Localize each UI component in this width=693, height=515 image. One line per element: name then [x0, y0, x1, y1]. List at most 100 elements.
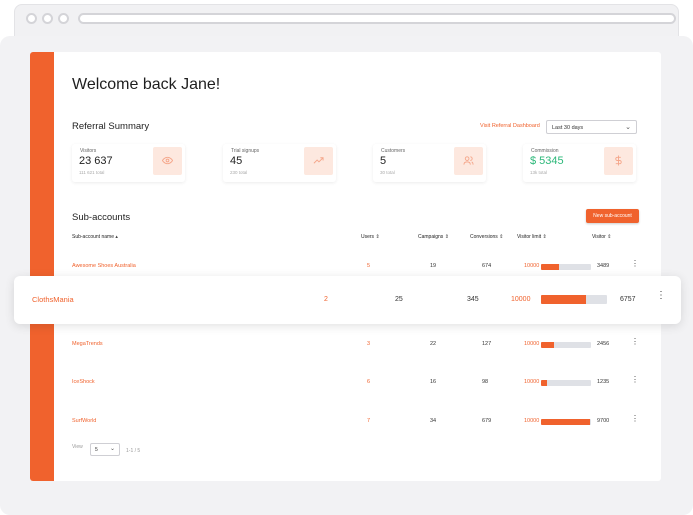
- stat-value: 23 637: [79, 155, 113, 167]
- stat-label: Trial signups: [231, 148, 260, 154]
- header-label: Sub-account name: [72, 234, 114, 240]
- table-row[interactable]: SurfWorld 7 34 679 10000 9700 ⋮: [30, 412, 661, 432]
- window-dot: [58, 13, 69, 24]
- campaigns-count: 25: [395, 296, 403, 303]
- address-bar[interactable]: [78, 13, 676, 24]
- browser-chrome: [14, 4, 679, 34]
- more-options-icon[interactable]: ⋮: [631, 338, 639, 346]
- campaigns-count: 16: [430, 379, 437, 385]
- table-row[interactable]: Awesome Shoes Australia 5 19 674 10000 3…: [30, 257, 661, 277]
- visitor-limit[interactable]: 10000: [524, 379, 539, 385]
- visitor-progress-bar: [541, 380, 591, 386]
- conversions-count: 679: [482, 418, 492, 424]
- progress-fill: [541, 264, 559, 270]
- visitor-count: 6757: [620, 296, 636, 303]
- users-count[interactable]: 3: [367, 341, 370, 347]
- sort-icon: ⇕: [375, 234, 380, 240]
- stat-card-customers: Customers 5 30 total: [373, 144, 486, 182]
- stat-card-trial-signups: Trial signups 45 230 total: [223, 144, 336, 182]
- visitor-limit[interactable]: 10000: [524, 418, 539, 424]
- more-options-icon[interactable]: ⋮: [656, 291, 666, 301]
- column-header-campaigns[interactable]: Campaigns ⇕: [418, 234, 449, 240]
- stat-label: Commission: [531, 148, 559, 154]
- header-label: Users: [361, 234, 375, 240]
- visitor-progress-bar: [541, 342, 591, 348]
- users-count[interactable]: 5: [367, 263, 370, 269]
- chevron-down-icon: ⌄: [625, 124, 631, 131]
- stat-value: $ 5345: [530, 155, 564, 167]
- eye-icon: [153, 147, 182, 175]
- date-range-select[interactable]: Last 30 days ⌄: [546, 120, 637, 134]
- stat-subtotal: 13k total: [530, 170, 548, 175]
- column-header-visitor[interactable]: Visitor ⇕: [592, 234, 611, 240]
- referral-summary-title: Referral Summary: [72, 121, 150, 132]
- conversions-count: 674: [482, 263, 492, 269]
- trend-up-icon: [304, 147, 333, 175]
- rows-per-page-value: 5: [95, 447, 98, 453]
- stat-subtotal: 230 total: [230, 170, 248, 175]
- stat-subtotal: 111 621 total: [79, 170, 105, 175]
- more-options-icon[interactable]: ⋮: [631, 415, 639, 423]
- conversions-count: 345: [467, 296, 479, 303]
- visitor-count: 3489: [597, 263, 610, 269]
- stat-card-commission: Commission $ 5345 13k total: [523, 144, 636, 182]
- stat-subtotal: 30 total: [380, 170, 395, 175]
- visitor-progress-bar: [541, 295, 607, 304]
- progress-fill: [541, 419, 590, 425]
- header-label: Campaigns: [418, 234, 444, 240]
- stat-value: 5: [380, 155, 387, 167]
- stat-value: 45: [230, 155, 243, 167]
- new-sub-account-button[interactable]: New sub-account: [586, 209, 639, 223]
- sort-up-icon: ▴: [115, 234, 118, 240]
- campaigns-count: 22: [430, 341, 437, 347]
- progress-fill: [541, 295, 586, 304]
- rows-per-page-select[interactable]: 5 ⌄: [90, 443, 120, 456]
- table-row[interactable]: MegaTrends 3 22 127 10000 2456 ⋮: [30, 335, 661, 355]
- table-row-highlighted[interactable]: ClothsMania 2 25 345 10000 6757 ⋮: [14, 276, 681, 324]
- stat-label: Visitors: [80, 148, 97, 154]
- sub-account-name[interactable]: MegaTrends: [72, 341, 103, 347]
- campaigns-count: 19: [430, 263, 437, 269]
- campaigns-count: 34: [430, 418, 437, 424]
- header-label: Visitor: [592, 234, 606, 240]
- dashboard-panel: Welcome back Jane! Referral Summary Visi…: [30, 52, 661, 481]
- visitor-limit[interactable]: 10000: [524, 263, 539, 269]
- more-options-icon[interactable]: ⋮: [631, 260, 639, 268]
- visitor-count: 9700: [597, 418, 610, 424]
- pager-range: 1-1 / 5: [126, 448, 141, 454]
- users-count[interactable]: 2: [324, 296, 328, 303]
- conversions-count: 98: [482, 379, 489, 385]
- sub-account-name[interactable]: Awesome Shoes Australia: [72, 263, 136, 269]
- window-dot: [26, 13, 37, 24]
- visitor-limit[interactable]: 10000: [511, 296, 530, 303]
- page-title: Welcome back Jane!: [72, 76, 221, 93]
- sort-icon: ⇕: [607, 234, 612, 240]
- date-range-value: Last 30 days: [552, 125, 584, 131]
- column-header-users[interactable]: Users ⇕: [361, 234, 380, 240]
- users-count[interactable]: 7: [367, 418, 370, 424]
- users-icon: [454, 147, 483, 175]
- sort-icon: ⇕: [499, 234, 504, 240]
- window-dot: [42, 13, 53, 24]
- visitor-progress-bar: [541, 419, 591, 425]
- sub-account-name[interactable]: IceShock: [72, 379, 95, 385]
- table-row[interactable]: IceShock 6 16 98 10000 1235 ⋮: [30, 373, 661, 393]
- sort-icon: ⇕: [542, 234, 547, 240]
- sort-icon: ⇕: [444, 234, 449, 240]
- pager-view-label: View: [72, 444, 83, 450]
- sub-account-name[interactable]: ClothsMania: [32, 295, 74, 304]
- visitor-count: 1235: [597, 379, 610, 385]
- column-header-visitor-limit[interactable]: Visitor limit ⇕: [517, 234, 547, 240]
- progress-fill: [541, 380, 547, 386]
- visitor-limit[interactable]: 10000: [524, 341, 539, 347]
- stat-card-visitors: Visitors 23 637 111 621 total: [72, 144, 185, 182]
- column-header-conversions[interactable]: Conversions ⇕: [470, 234, 503, 240]
- header-label: Visitor limit: [517, 234, 542, 240]
- more-options-icon[interactable]: ⋮: [631, 376, 639, 384]
- sub-account-name[interactable]: SurfWorld: [72, 418, 96, 424]
- stat-label: Customers: [381, 148, 406, 154]
- column-header-name[interactable]: Sub-account name ▴: [72, 234, 118, 240]
- referral-dashboard-link[interactable]: Visit Referral Dashboard: [480, 123, 540, 129]
- users-count[interactable]: 6: [367, 379, 370, 385]
- sub-accounts-title: Sub-accounts: [72, 212, 131, 223]
